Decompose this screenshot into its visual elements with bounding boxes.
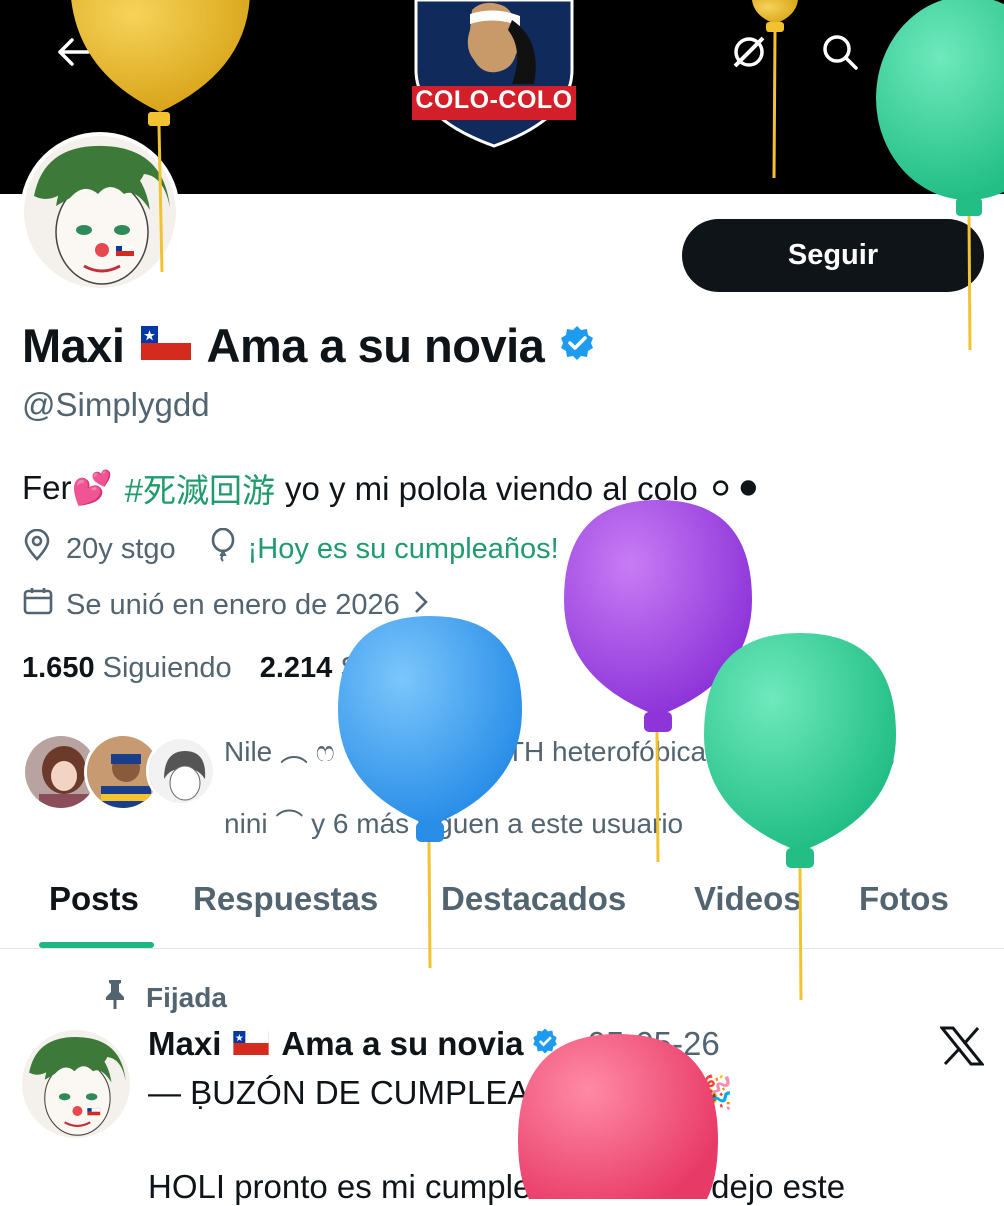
followed-by-line1: Nile ︵ ෆ ゜にぇー, NATH heterofóbica desde l… [224,736,897,767]
joined-row[interactable]: Se unió en enero de 2026 [22,586,428,624]
tab-videos[interactable]: Videos [694,880,802,918]
x-logo-icon [938,1026,986,1066]
profile-handle: @Simplygdd [22,386,210,423]
post-text-line1: — ḄUZÓN DE CUMPLEAÑOS ‼️🎂🎉 [148,1074,734,1111]
chevron-right-icon [414,589,428,622]
search-icon[interactable] [812,24,868,80]
profile-avatar[interactable] [20,132,180,292]
follow-button[interactable]: Seguir [682,219,984,292]
location-icon [22,528,52,569]
pinned-label: Fijada [146,981,227,1013]
birthday-text: ¡Hoy es su cumpleaños! [247,532,559,565]
post-author-name2[interactable]: Ama a su novia [281,1025,523,1063]
chile-flag-icon [233,1025,270,1063]
follow-stats: 1.650 Siguiendo 2.214 Seguidores [22,652,487,685]
followers-you-know-avatars[interactable] [22,733,216,813]
joined-text: Se unió en enero de 2026 [66,588,400,621]
name-part1: Maxi [22,319,125,372]
bio-hashtag-link[interactable]: #死滅回游 [125,464,275,512]
verified-badge-icon[interactable] [558,324,596,367]
post-header: Maxi Ama a su novia · 05-05-26 [148,1025,720,1063]
profile-meta-row: 20y stgo ¡Hoy es su cumpleaños! [22,527,559,570]
bio-prefix: Fer💕 [22,468,113,506]
tab-respuestas[interactable]: Respuestas [193,880,378,918]
chile-flag-icon [140,326,191,365]
post-author-name1[interactable]: Maxi [148,1025,221,1063]
profile-name: Maxi Ama a su novia [22,318,596,373]
calendar-icon [22,586,54,624]
club-label: COLO-COLO [415,86,573,114]
balloon-icon [210,527,236,570]
following-stat[interactable]: 1.650 Siguiendo [22,652,232,684]
bio-suffix: yo y mi polola viendo al colo ⚪⚫ [284,469,763,507]
tab-posts[interactable]: Posts [49,880,139,918]
location-text: 20y stgo [66,532,176,565]
post-text-line2: HOLI pronto es mi cumple es el 26/05 dej… [148,1168,846,1205]
profile-bio: Fer💕 #死滅回游 yo y mi polola viendo al colo… [22,464,762,512]
pinned-indicator: Fijada [100,978,227,1017]
arrow-left-icon[interactable] [45,24,101,80]
tab-fotos[interactable]: Fotos [859,880,949,918]
post-author-avatar[interactable] [22,1030,130,1138]
followed-by-text[interactable]: Nile ︵ ෆ ゜にぇー, NATH heterofóbica desde l… [224,716,994,860]
followed-by-line2: nini ⌒ y 6 más siguen a este usuario [224,808,684,839]
follower-avatar [146,736,216,806]
profile-tabs: Posts Respuestas Destacados Videos Fotos [0,864,1004,949]
grok-icon[interactable] [721,24,777,80]
tab-destacados[interactable]: Destacados [441,880,626,918]
colo-colo-crest: COLO-COLO [412,0,576,148]
verified-badge-icon [531,1025,559,1063]
pin-icon [100,978,130,1017]
more-icon[interactable] [902,24,958,80]
followers-stat[interactable]: 2.214 Seguidores [260,652,487,684]
active-tab-indicator [39,942,154,948]
post-date: · 05-05-26 [567,1025,720,1062]
name-part2: Ama a su novia [206,319,545,372]
